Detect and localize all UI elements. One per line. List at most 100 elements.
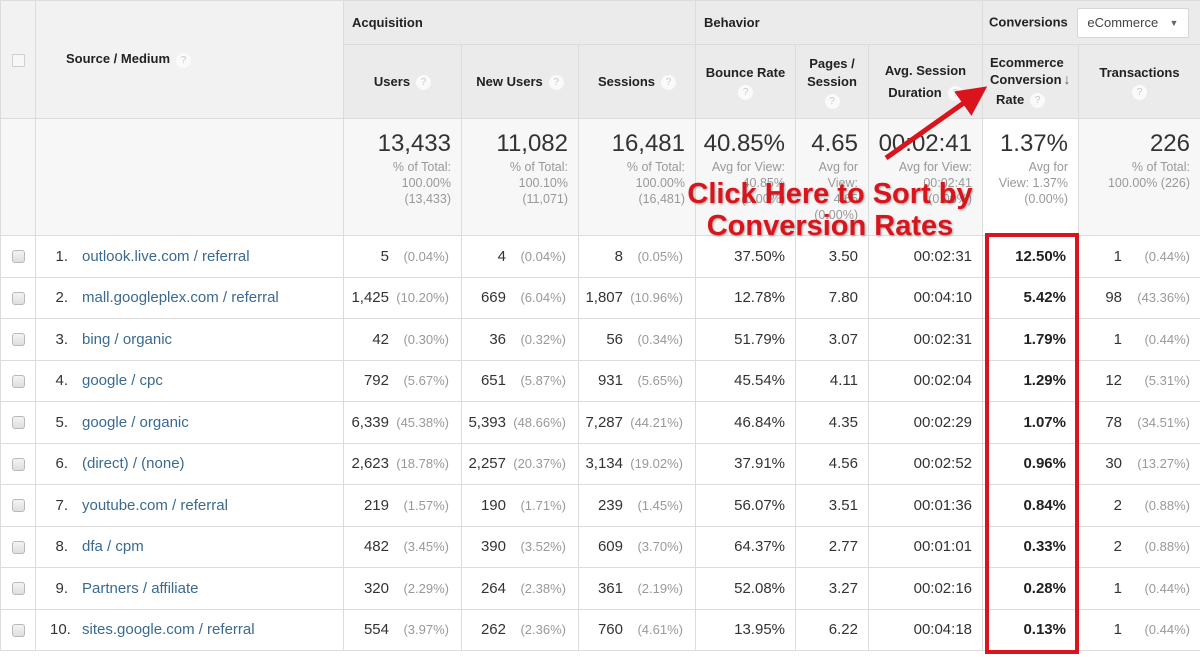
summary-note: 100.10%	[518, 176, 568, 190]
row-checkbox[interactable]	[11, 457, 25, 471]
select-all-checkbox[interactable]	[11, 54, 25, 68]
new-users-percent: (6.04%)	[520, 290, 566, 306]
row-checkbox[interactable]	[11, 374, 25, 388]
source-medium-link[interactable]: youtube.com / referral	[82, 497, 228, 514]
help-icon[interactable]: ?	[548, 74, 564, 90]
transactions-percent: (0.44%)	[1144, 580, 1190, 596]
source-cell: 4. google / cpc	[35, 359, 344, 402]
source-medium-link[interactable]: google / organic	[82, 414, 189, 431]
column-header-pages-session[interactable]: Pages / Session?	[795, 44, 869, 119]
users-value: 5	[380, 247, 389, 265]
row-select-cell	[0, 318, 36, 361]
row-index: 5.	[55, 413, 68, 431]
row-select-cell	[0, 359, 36, 402]
column-header-users[interactable]: Users?	[343, 44, 462, 119]
new-users-percent: (2.36%)	[520, 622, 566, 638]
source-medium-link[interactable]: bing / organic	[82, 331, 172, 348]
bounce-rate-cell: 45.54%	[695, 359, 796, 402]
users-value: 482	[363, 538, 389, 556]
source-medium-link[interactable]: outlook.live.com / referral	[82, 248, 250, 265]
avg-duration-cell: 00:04:18	[868, 608, 983, 651]
row-checkbox[interactable]	[11, 540, 25, 554]
summary-bounce-rate: 40.85% Avg for View: 40.85% (0.00%)	[695, 118, 796, 236]
users-percent: (3.45%)	[403, 539, 449, 555]
summary-note: Avg for	[818, 160, 858, 174]
users-cell: 6,339 (45.38%)	[343, 401, 462, 444]
sessions-value: 361	[597, 579, 623, 597]
summary-transactions: 226 % of Total: 100.00% (226)	[1078, 118, 1200, 236]
users-value: 42	[372, 330, 389, 348]
column-header-sessions[interactable]: Sessions?	[578, 44, 696, 119]
sessions-value: 8	[614, 247, 623, 265]
column-header-bounce-rate[interactable]: Bounce Rate?	[695, 44, 796, 119]
summary-row: 13,433 % of Total: 100.00% (13,433) 11,082%…	[0, 118, 1200, 236]
help-icon[interactable]: ?	[1030, 93, 1046, 109]
transactions-percent: (0.44%)	[1144, 331, 1190, 347]
row-index: 4.	[55, 372, 68, 390]
bounce-rate-label: Bounce Rate	[705, 64, 786, 80]
sort-descending-icon[interactable]: ↓	[1064, 71, 1071, 87]
help-icon[interactable]: ?	[824, 93, 840, 109]
source-medium-link[interactable]: dfa / cpm	[82, 538, 144, 555]
source-medium-link[interactable]: mall.googleplex.com / referral	[82, 289, 279, 306]
bounce-rate-cell: 37.50%	[695, 235, 796, 278]
conversion-type-value: eCommerce	[1087, 14, 1159, 30]
summary-note: % of Total:	[509, 160, 568, 174]
new-users-label: New Users	[476, 73, 543, 89]
pages-session-cell: 4.35	[795, 401, 869, 444]
pages-session-cell: 3.50	[795, 235, 869, 278]
transactions-value: 30	[1105, 455, 1122, 473]
conversion-type-select[interactable]: eCommerce ▼	[1077, 7, 1190, 38]
users-percent: (18.78%)	[396, 456, 449, 472]
summary-note: (0.00%)	[814, 208, 858, 222]
ecr-cell: 5.42%	[982, 276, 1079, 319]
help-icon[interactable]: ?	[661, 74, 677, 90]
new-users-value: 651	[480, 372, 506, 390]
sessions-value: 56	[606, 330, 623, 348]
help-icon[interactable]: ?	[416, 74, 432, 90]
source-medium-link[interactable]: sites.google.com / referral	[82, 621, 255, 638]
row-checkbox[interactable]	[11, 623, 25, 637]
column-header-ecommerce-conversion-rate[interactable]: Ecommerce Conversion ↓ Rate?	[982, 44, 1079, 119]
summary-note: 100.00% (226)	[1107, 176, 1190, 190]
row-checkbox[interactable]	[11, 250, 25, 264]
column-header-avg-session-duration[interactable]: Avg. Session Duration?	[868, 44, 983, 119]
ecr-cell: 0.28%	[982, 567, 1079, 610]
source-medium-link[interactable]: Partners / affiliate	[82, 580, 198, 597]
new-users-value: 262	[480, 621, 506, 639]
column-header-transactions[interactable]: Transactions?	[1078, 44, 1200, 119]
new-users-cell: 36 (0.32%)	[461, 318, 579, 361]
ecr-cell: 1.29%	[982, 359, 1079, 402]
avg-duration-cell: 00:04:10	[868, 276, 983, 319]
source-cell: 1. outlook.live.com / referral	[35, 235, 344, 278]
new-users-cell: 262 (2.36%)	[461, 608, 579, 651]
row-checkbox[interactable]	[11, 333, 25, 347]
source-medium-link[interactable]: (direct) / (none)	[82, 455, 185, 472]
new-users-value: 669	[480, 289, 506, 307]
help-icon[interactable]: ?	[738, 84, 753, 100]
users-value: 792	[363, 372, 389, 390]
sessions-value: 239	[597, 496, 623, 514]
new-users-percent: (1.71%)	[520, 497, 566, 513]
users-percent: (1.57%)	[403, 497, 449, 513]
summary-value: 226	[1149, 130, 1190, 157]
help-icon[interactable]: ?	[1132, 84, 1147, 100]
summary-note: % of Total:	[1131, 160, 1190, 174]
sessions-percent: (44.21%)	[630, 414, 683, 430]
row-checkbox[interactable]	[11, 499, 25, 513]
table-row: 3. bing / organic 42 (0.30%) 36 (0.32%) 56 (…	[0, 318, 1200, 361]
source-medium-link[interactable]: google / cpc	[82, 372, 163, 389]
column-header-new-users[interactable]: New Users?	[461, 44, 579, 119]
ecr-cell: 12.50%	[982, 235, 1079, 278]
sessions-cell: 1,807 (10.96%)	[578, 276, 696, 319]
summary-blank	[0, 118, 36, 236]
row-checkbox[interactable]	[11, 416, 25, 430]
transactions-value: 98	[1105, 289, 1122, 307]
source-cell: 8. dfa / cpm	[35, 525, 344, 568]
column-header-source-medium[interactable]: Source / Medium?	[35, 0, 344, 119]
row-checkbox[interactable]	[11, 291, 25, 305]
help-icon[interactable]: ?	[176, 52, 192, 68]
row-checkbox[interactable]	[11, 582, 25, 596]
help-icon[interactable]: ?	[947, 85, 963, 101]
row-select-cell	[0, 608, 36, 651]
